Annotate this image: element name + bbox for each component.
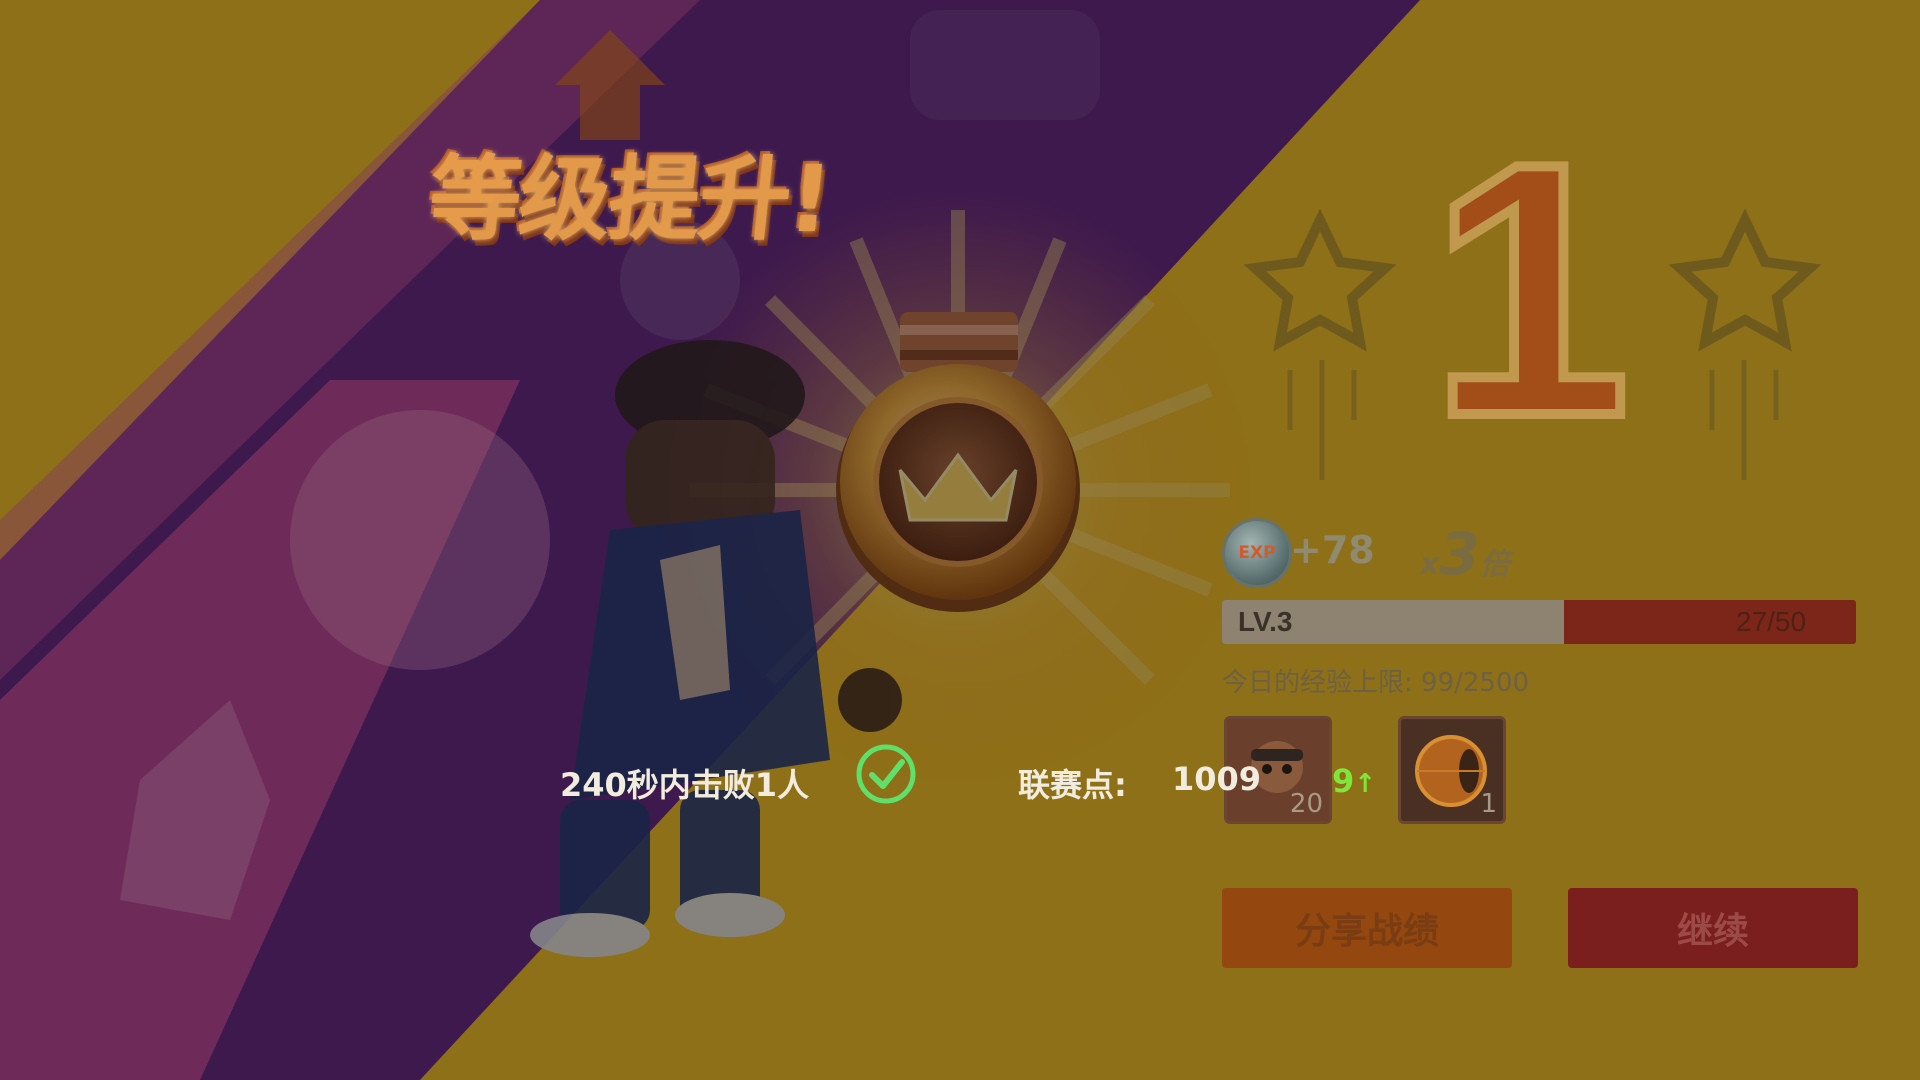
check-icon — [856, 744, 916, 804]
exp-badge-label: EXP — [1238, 543, 1276, 563]
rank-number: 1 — [1425, 89, 1635, 491]
exp-badge-icon: EXP — [1222, 518, 1292, 588]
level-up-title: 等级提升! — [423, 146, 835, 253]
continue-button[interactable]: 继续 — [1568, 888, 1858, 968]
reward-count: 20 — [1289, 789, 1323, 819]
mission-text: 240秒内击败1人 — [560, 766, 810, 804]
reward-count: 1 — [1480, 789, 1497, 819]
level-progress-text: 27/50 — [1736, 606, 1807, 637]
exp-multiplier-suffix: 倍 — [1479, 547, 1510, 582]
daily-exp-limit: 今日的经验上限: 99/2500 — [1222, 668, 1530, 698]
reward-item[interactable]: 1 — [1398, 716, 1506, 824]
exp-multiplier: x3倍 — [1420, 520, 1510, 588]
league-points-gain: 9↑ — [1332, 762, 1376, 800]
exp-multiplier-value: 3 — [1439, 520, 1480, 588]
league-points-value: 1009 — [1172, 760, 1262, 798]
arrow-up-icon: ↑ — [1354, 769, 1377, 799]
league-points-label: 联赛点: — [1018, 766, 1127, 804]
share-button[interactable]: 分享战绩 — [1222, 888, 1512, 968]
level-label: LV.3 — [1238, 606, 1293, 637]
exp-gain: +78 — [1290, 528, 1375, 572]
exp-multiplier-prefix: x — [1420, 547, 1440, 582]
league-gain-value: 9 — [1332, 762, 1355, 800]
